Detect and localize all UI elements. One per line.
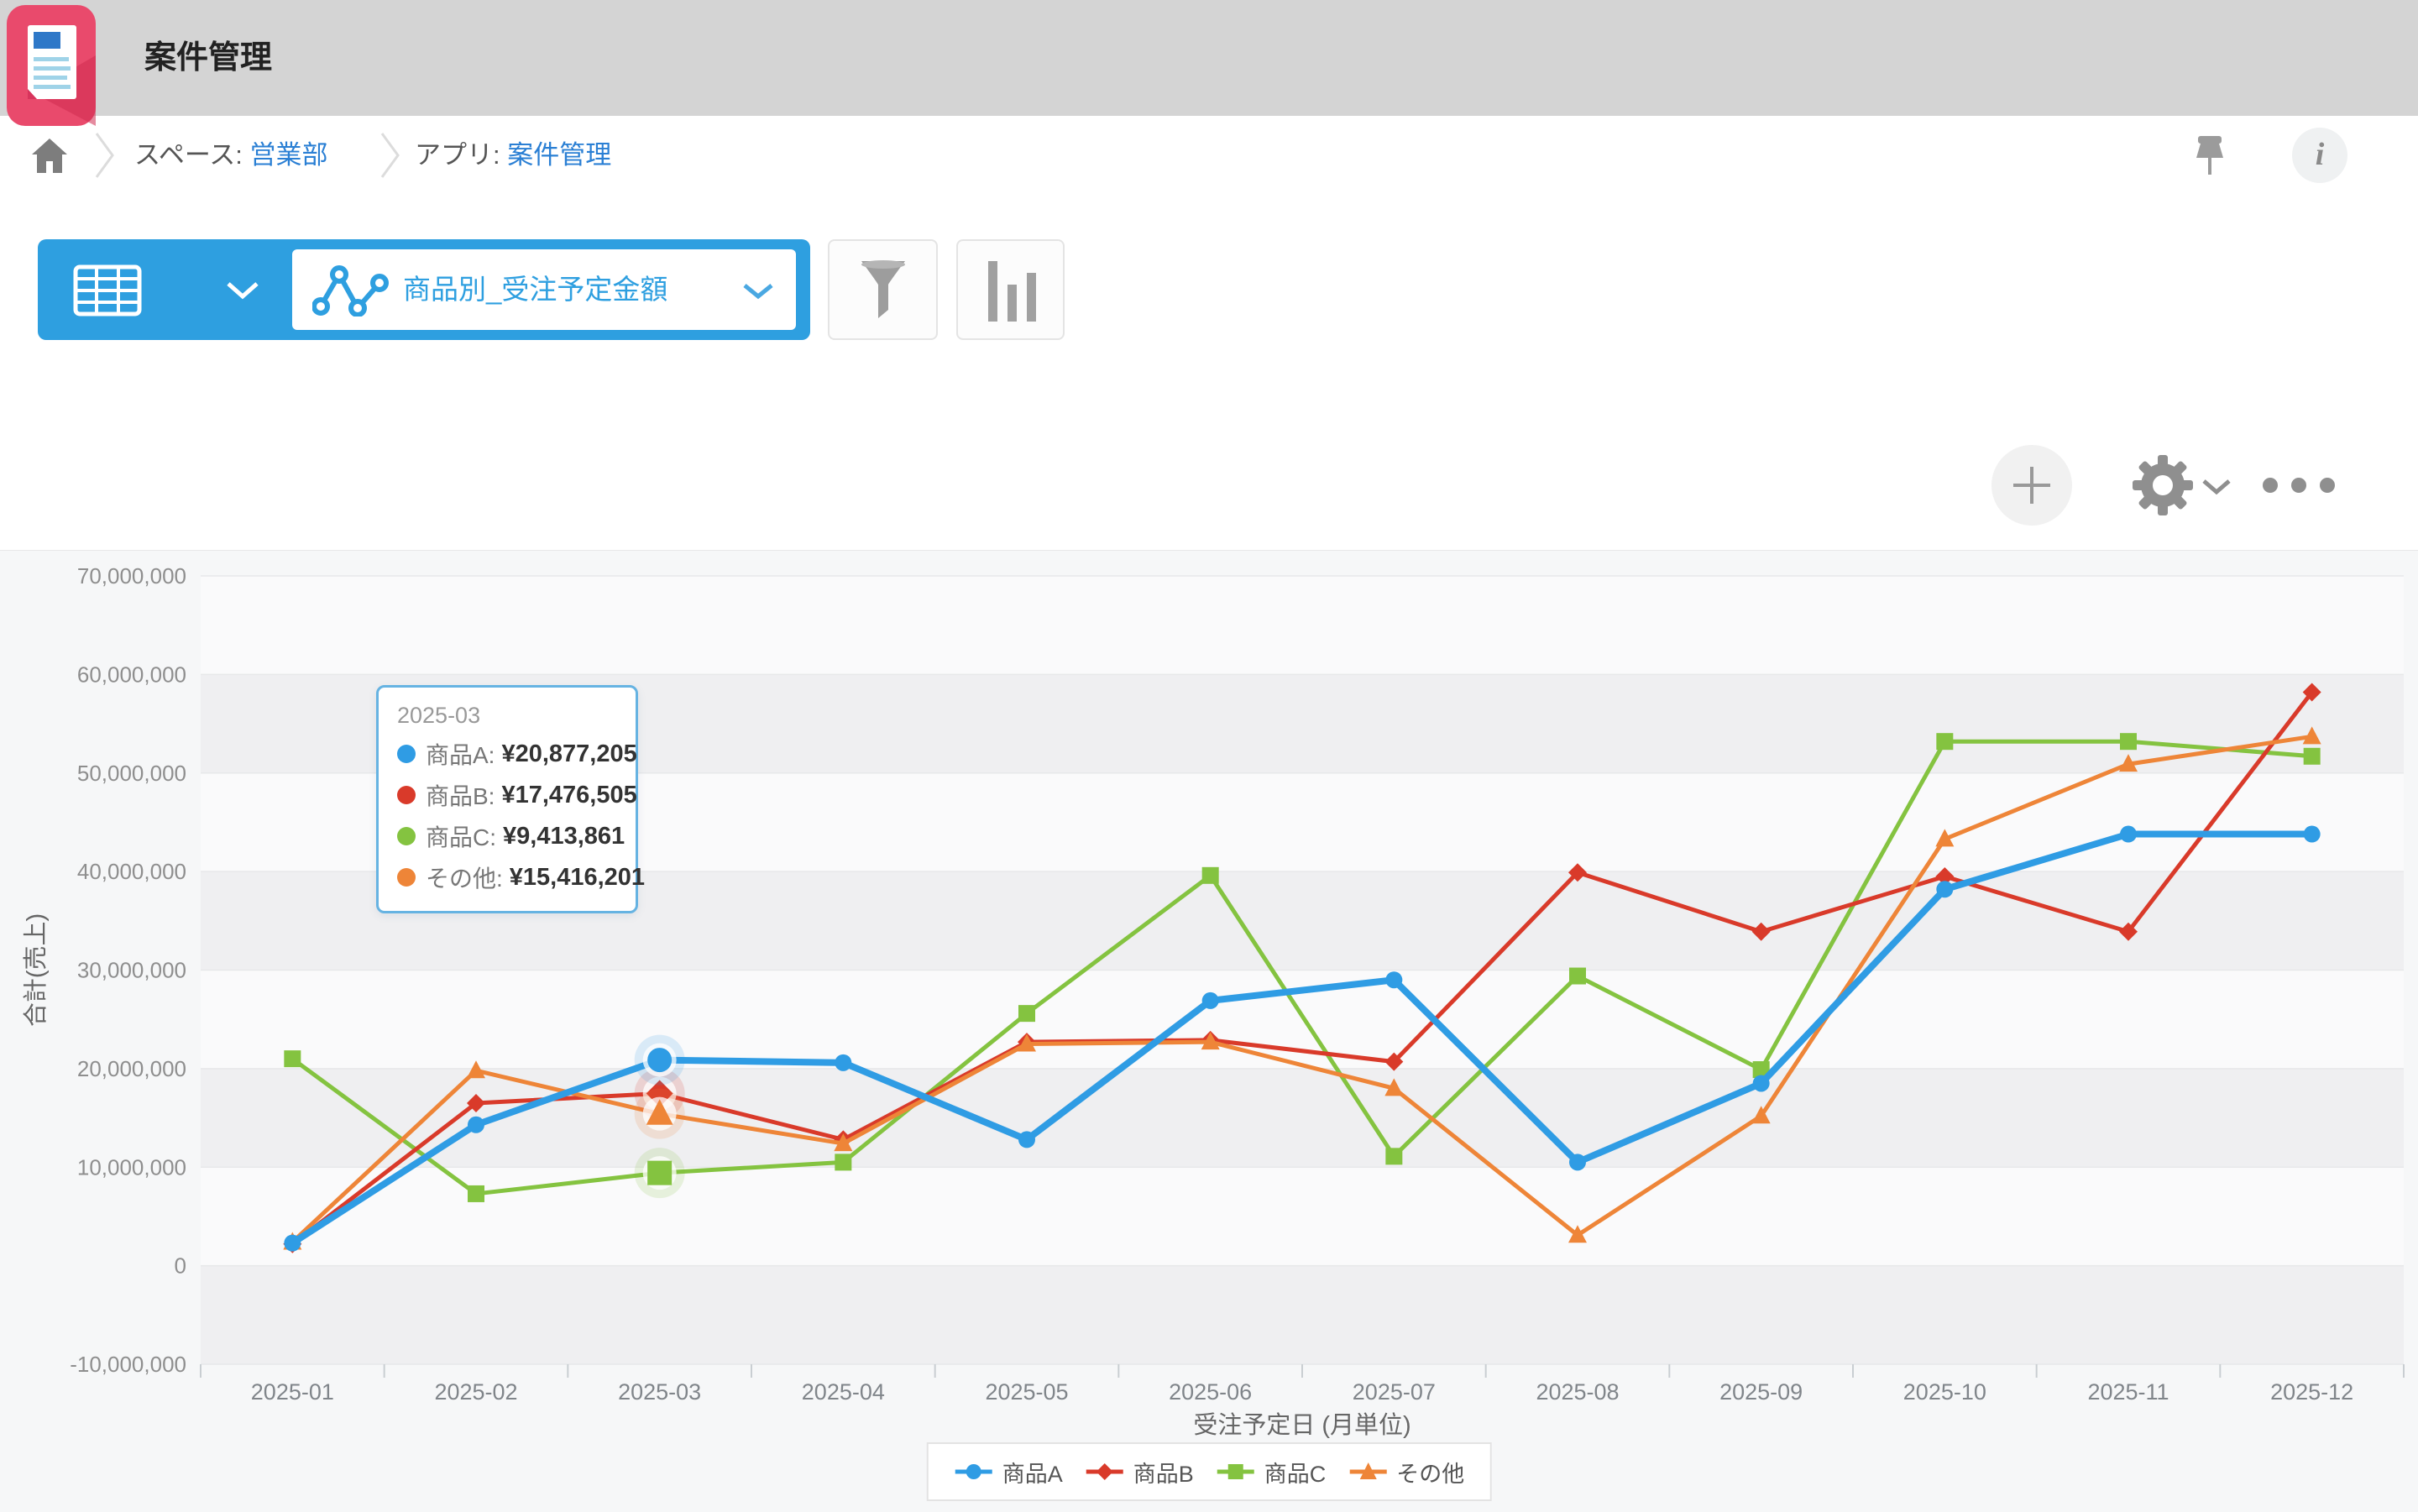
chart-view-select[interactable]: 商品別_受注予定金額 (292, 249, 796, 330)
tooltip-value: ¥15,416,201 (510, 864, 645, 892)
svg-text:2025-01: 2025-01 (251, 1379, 334, 1405)
info-icon[interactable]: i (2292, 128, 2347, 183)
breadcrumb-app: アプリ: 案件管理 (415, 116, 611, 195)
chart-button[interactable] (956, 239, 1065, 340)
tooltip-label: 商品A: (426, 737, 495, 771)
tooltip-label: 商品C: (426, 819, 496, 853)
tooltip-value: ¥17,476,505 (501, 782, 636, 809)
page-title: 案件管理 (144, 0, 272, 116)
app-icon[interactable] (7, 5, 96, 126)
ellipsis-icon (2257, 477, 2347, 494)
tooltip-row: 商品B: ¥17,476,505 (397, 778, 617, 812)
svg-text:2025-02: 2025-02 (434, 1379, 517, 1405)
legend-label: その他 (1396, 1456, 1464, 1488)
legend-item-product-c[interactable]: 商品C (1216, 1456, 1327, 1488)
svg-text:2025-03: 2025-03 (618, 1379, 701, 1405)
chevron-down-icon[interactable] (2201, 479, 2232, 495)
tooltip-row: その他: ¥15,416,201 (397, 861, 617, 894)
breadcrumb: スペース: 営業部 アプリ: 案件管理 i (0, 116, 2418, 196)
svg-text:10,000,000: 10,000,000 (77, 1154, 186, 1180)
legend-item-product-a[interactable]: 商品A (954, 1456, 1063, 1488)
add-button[interactable] (1991, 445, 2072, 526)
svg-text:2025-09: 2025-09 (1719, 1379, 1803, 1405)
breadcrumb-space-link[interactable]: 営業部 (250, 140, 328, 170)
settings-button[interactable] (2122, 445, 2203, 526)
svg-text:2025-10: 2025-10 (1903, 1379, 1986, 1405)
series-marker-icon (1216, 1460, 1256, 1483)
tooltip-date: 2025-03 (397, 703, 617, 729)
svg-text:2025-05: 2025-05 (985, 1379, 1068, 1405)
svg-text:50,000,000: 50,000,000 (77, 761, 186, 786)
legend-label: 商品C (1264, 1456, 1327, 1488)
svg-text:40,000,000: 40,000,000 (77, 859, 186, 884)
view-switcher-button[interactable]: 商品別_受注予定金額 (38, 239, 810, 340)
tooltip-label: その他: (426, 861, 503, 894)
chevron-down-icon (742, 283, 774, 300)
gear-icon (2131, 453, 2195, 517)
svg-text:70,000,000: 70,000,000 (77, 563, 186, 589)
svg-text:合計(売上): 合計(売上) (22, 913, 50, 1027)
svg-text:-10,000,000: -10,000,000 (70, 1352, 186, 1377)
tooltip-label: 商品B: (426, 778, 495, 812)
series-dot (397, 868, 416, 887)
series-dot (397, 745, 416, 763)
plus-icon (2012, 465, 2052, 505)
series-dot (397, 827, 416, 845)
line-chart-icon (312, 263, 393, 317)
breadcrumb-space: スペース: 営業部 (134, 116, 328, 195)
svg-text:2025-06: 2025-06 (1169, 1379, 1252, 1405)
filter-funnel-icon (856, 259, 910, 322)
chevron-down-icon (226, 281, 259, 300)
tooltip-value: ¥20,877,205 (501, 740, 636, 768)
selected-chart-name: 商品別_受注予定金額 (403, 249, 667, 330)
legend-item-product-b[interactable]: 商品B (1085, 1456, 1194, 1488)
svg-text:60,000,000: 60,000,000 (77, 662, 186, 687)
chart-area: 70,000,000 60,000,000 50,000,000 40,000,000… (0, 550, 2418, 1512)
svg-text:30,000,000: 30,000,000 (77, 958, 186, 983)
home-icon[interactable] (30, 136, 69, 175)
svg-text:2025-08: 2025-08 (1536, 1379, 1619, 1405)
more-options-button[interactable] (2253, 445, 2334, 526)
tooltip-row: 商品C: ¥9,413,861 (397, 819, 617, 853)
tooltip-row: 商品A: ¥20,877,205 (397, 737, 617, 771)
pin-icon[interactable] (2190, 134, 2230, 178)
svg-text:2025-12: 2025-12 (2270, 1379, 2353, 1405)
series-marker-icon (1348, 1460, 1388, 1483)
series-marker-icon (954, 1460, 994, 1483)
svg-text:2025-04: 2025-04 (802, 1379, 885, 1405)
breadcrumb-app-link[interactable]: 案件管理 (507, 140, 611, 170)
bar-chart-icon (978, 253, 1045, 330)
toolbar: 商品別_受注予定金額 (0, 195, 2418, 403)
legend-label: 商品A (1002, 1456, 1063, 1488)
table-view-icon (73, 264, 142, 317)
breadcrumb-space-label: スペース: (134, 140, 243, 170)
filter-button[interactable] (828, 239, 938, 340)
svg-text:20,000,000: 20,000,000 (77, 1056, 186, 1081)
svg-text:2025-11: 2025-11 (2087, 1379, 2169, 1405)
svg-text:2025-07: 2025-07 (1353, 1379, 1436, 1405)
breadcrumb-app-label: アプリ: (415, 140, 500, 170)
legend-label: 商品B (1133, 1456, 1194, 1488)
breadcrumb-separator-icon (379, 131, 401, 180)
series-dot (397, 786, 416, 804)
breadcrumb-separator-icon (94, 131, 116, 180)
chart-legend: 商品A 商品B 商品C その他 (927, 1442, 1492, 1501)
svg-text:0: 0 (175, 1253, 186, 1279)
chart-tooltip: 2025-03 商品A: ¥20,877,205 商品B: ¥17,476,50… (376, 685, 638, 913)
line-chart: 70,000,000 60,000,000 50,000,000 40,000,000… (0, 551, 2418, 1512)
tooltip-value: ¥9,413,861 (503, 823, 625, 850)
svg-text:受注予定日 (月単位): 受注予定日 (月単位) (1193, 1411, 1410, 1439)
app-header: 案件管理 (0, 0, 2418, 116)
legend-item-other[interactable]: その他 (1348, 1456, 1464, 1488)
series-marker-icon (1085, 1460, 1125, 1483)
